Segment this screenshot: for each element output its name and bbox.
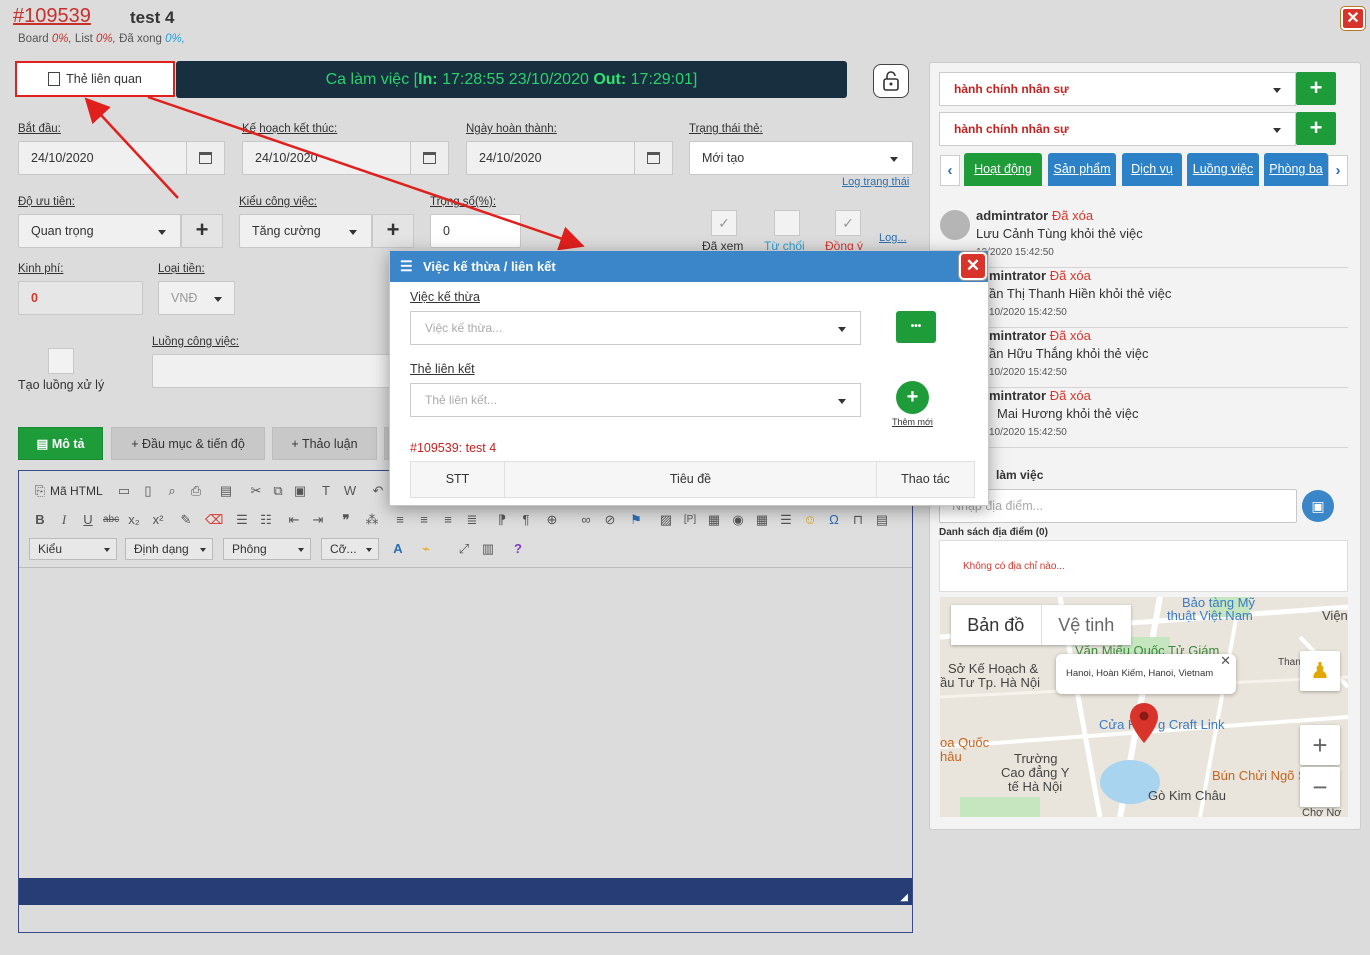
activity-user: admintrator Đã xóa [976,208,1093,223]
tab-department[interactable]: Phòng ba [1264,153,1328,186]
col-stt: STT [411,462,505,497]
close-icon[interactable]: ✕ [1220,641,1231,681]
avatar [940,210,970,240]
link-table-header: STT Tiêu đề Thao tác [410,461,975,498]
location-input[interactable]: Nhập địa điểm... [939,489,1297,523]
map-label-khoa: oa Quốc [940,735,990,750]
activity-item: mintrator Đã xóa ần Hữu Thắng khỏi thẻ v… [940,328,1348,388]
add-group-2-button[interactable]: + [1296,112,1336,145]
map-tab-satellite[interactable]: Vệ tinh [1040,605,1132,645]
group-select-1[interactable]: hành chính nhân sự [939,72,1296,106]
card-detail-window: #109539 test 4 Board 0%, List 0%, Đã xon… [0,0,1370,955]
group-select-2-value: hành chính nhân sự [954,122,1069,136]
activity-action: Đã xóa [1051,208,1094,223]
map-type-tabs: Bản đồ Vệ tinh [951,605,1131,645]
tabs-prev-button[interactable]: ‹ [940,155,960,186]
col-actions: Thao tác [901,472,950,486]
activity-user-name: mintrator [989,388,1047,403]
activity-message: Mai Hương khỏi thẻ việc [997,406,1139,421]
map-label-dept-2: ầu Tư Tp. Hà Nội [940,675,1040,690]
map-label-craft: g Craft Link [1158,717,1225,732]
modal-header: ☰ Việc kế thừa / liên kết [390,251,988,282]
map-label-khoa-2: hâu [940,749,962,764]
inherit-label: Việc kế thừa [410,290,480,304]
map-label-go: Gò Kim Châu [1148,788,1227,803]
activity-action: Đã xóa [1049,328,1091,343]
activity-user-name: mintrator [989,268,1047,283]
chevron-down-icon [838,327,846,332]
activity-action: Đã xóa [1049,268,1091,283]
list-icon: ☰ [400,258,413,274]
zoom-out-button[interactable]: − [1300,767,1340,807]
inherit-select[interactable]: Việc kế thừa... [410,311,861,345]
map-label-cho: Chợ Nơ [1302,807,1342,817]
location-list-title: Danh sách địa điểm (0) [939,527,1048,538]
activity-user: mintrator Đã xóa [989,328,1091,343]
add-new-link-button[interactable]: + [896,381,929,414]
map-label-museum-2: thuật Việt Nam [1167,608,1253,623]
map-view[interactable]: Bản đồ Vệ tinh Bảo tàng Mỹ thuật Việt Na… [940,597,1348,817]
modal-close-button[interactable]: ✕ [959,252,987,280]
link-card-placeholder: Thẻ liên kết... [425,393,498,407]
group-select-2[interactable]: hành chính nhân sự [939,112,1296,146]
activity-action: Đã xóa [1049,388,1091,403]
group-select-1-value: hành chính nhân sự [954,82,1069,96]
activity-user: mintrator Đã xóa [989,388,1091,403]
chevron-down-icon [1273,88,1281,93]
arrow-to-button [84,97,179,199]
street-view-icon[interactable]: ♟ [1300,651,1340,691]
activity-message: ần Hữu Thắng khỏi thẻ việc [989,346,1149,361]
location-empty-text: Không có địa chỉ nào... [963,561,1065,572]
current-card-ref: #109539: test 4 [410,441,497,455]
add-new-link-label[interactable]: Thêm mới [892,417,933,427]
activity-message: Lưu Cảnh Tùng khỏi thẻ việc [976,226,1143,241]
modal-title: Việc kế thừa / liên kết [423,259,556,274]
activity-time: 10/2020 15:42:50 [989,427,1067,438]
add-group-1-button[interactable]: + [1296,72,1336,105]
activity-time: 10/2020 15:42:50 [989,307,1067,318]
activity-time: 10/2020 15:42:50 [989,367,1067,378]
tab-activity[interactable]: Hoạt động [964,153,1042,186]
activity-item: mintrator Đã xóa Mai Hương khỏi thẻ việc… [940,388,1348,448]
activity-user-name: mintrator [989,328,1047,343]
map-info-text: Hanoi, Hoàn Kiếm, Hanoi, Vietnam [1066,668,1214,679]
map-label-truong-2: Cao đẳng Y [1001,765,1070,780]
activity-user-name: admintrator [976,208,1049,223]
map-pin-icon [1130,703,1158,743]
tabs-next-button[interactable]: › [1328,155,1348,186]
inherit-placeholder: Việc kế thừa... [425,321,503,335]
inheritance-link-modal: ☰ Việc kế thừa / liên kết ✕ Việc kế thừa… [389,250,989,506]
zoom-in-button[interactable]: + [1300,725,1340,765]
tab-products[interactable]: Sản phẩm [1048,153,1116,186]
chevron-down-icon [838,399,846,404]
browse-inherit-button[interactable]: ••• [896,311,936,343]
map-info-window: Hanoi, Hoàn Kiếm, Hanoi, Vietnam ✕ [1056,653,1236,694]
activity-message: ần Thị Thanh Hiền khỏi thẻ việc [989,286,1172,301]
map-label-truong-3: tế Hà Nội [1008,779,1063,794]
activity-user: mintrator Đã xóa [989,268,1091,283]
map-tab-map[interactable]: Bản đồ [951,605,1041,645]
link-card-select[interactable]: Thẻ liên kết... [410,383,861,417]
tab-services[interactable]: Dịch vụ [1122,153,1182,186]
map-label-dept: Sở Kế Hoạch & [948,661,1039,676]
activity-item: admintrator Đã xóa Lưu Cảnh Tùng khỏi th… [940,208,1348,268]
activity-item: mintrator Đã xóa ần Thị Thanh Hiền khỏi … [940,268,1348,328]
location-title: làm việc [996,468,1044,482]
tab-workflow[interactable]: Luồng việc [1187,153,1259,186]
link-card-label: Thẻ liên kết [410,362,475,376]
arrow-to-modal [147,95,585,251]
location-list: Không có địa chỉ nào... [939,540,1348,592]
col-title: Tiêu đề [505,462,877,497]
save-location-button[interactable]: ▣ [1302,490,1334,522]
chevron-down-icon [1273,128,1281,133]
map-label-truong: Trường [1014,751,1058,766]
save-icon: ▣ [1311,498,1325,514]
map-label-vien: Viện [1322,608,1348,623]
